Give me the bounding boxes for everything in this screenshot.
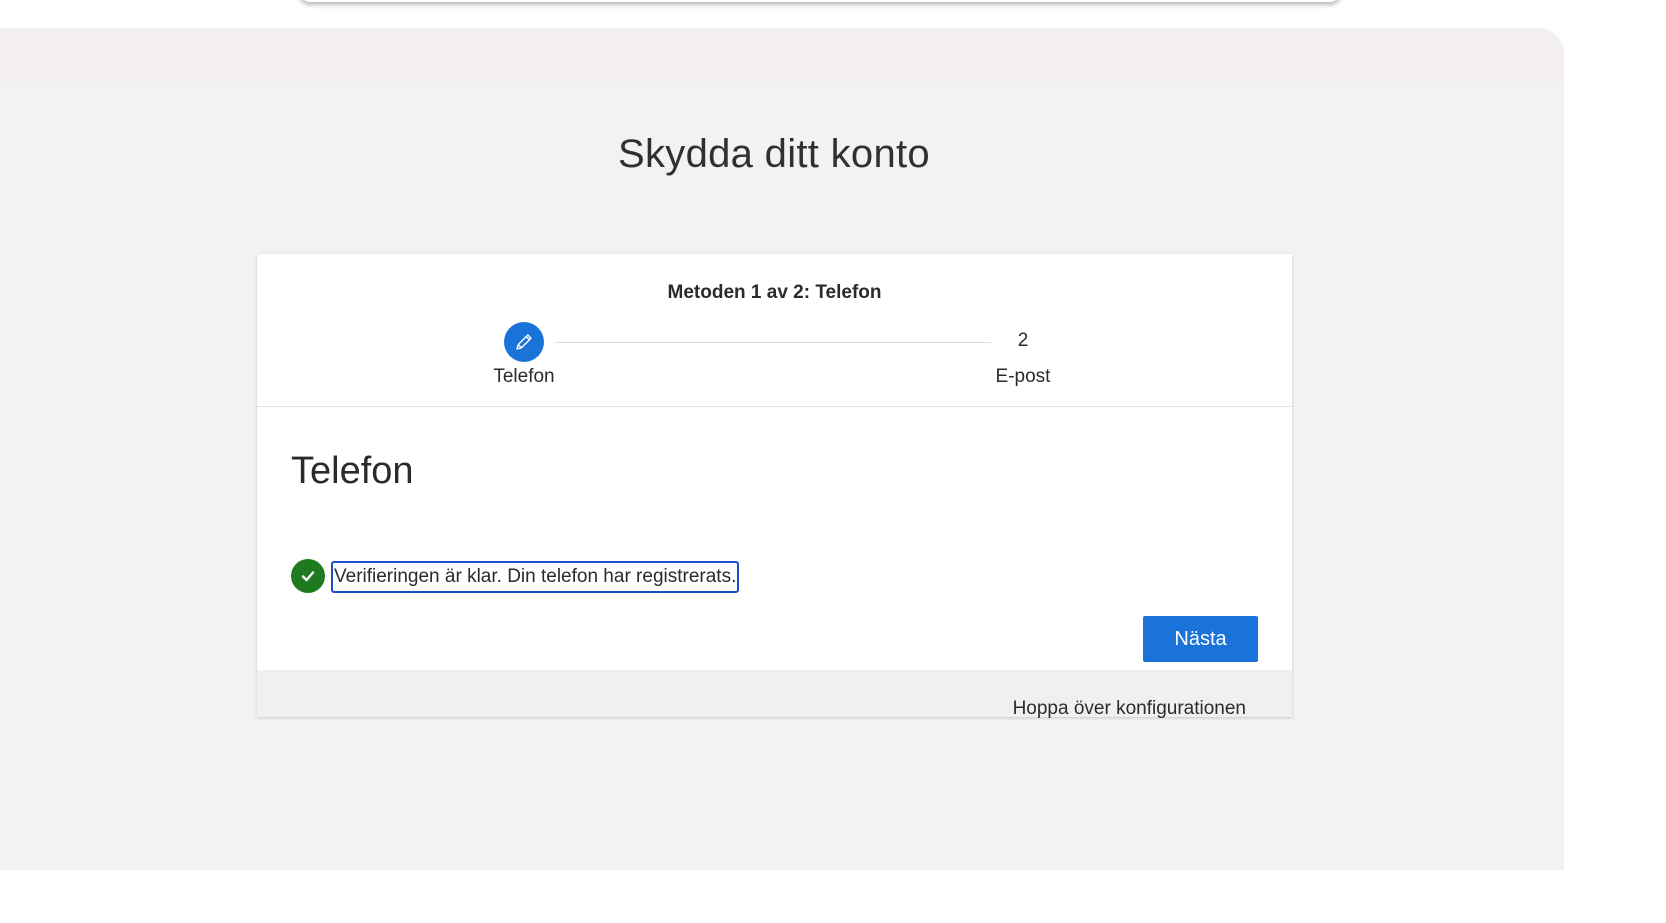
step-1-label: Telefon — [493, 366, 555, 387]
check-circle-icon — [291, 559, 325, 593]
step-1-indicator — [504, 322, 544, 362]
bottom-strip — [0, 870, 1666, 923]
window-header — [0, 28, 1564, 82]
pencil-icon — [516, 334, 532, 350]
checkmark-icon — [301, 571, 315, 582]
step-2-label: E-post — [995, 366, 1051, 387]
progress-heading: Metoden 1 av 2: Telefon — [667, 282, 882, 303]
section-title: Telefon — [291, 450, 414, 492]
verification-status-message: Verifieringen är klar. Din telefon har r… — [331, 561, 740, 593]
card-footer: Hoppa över konfigurationen — [257, 670, 1292, 720]
browser-top-edge — [300, 0, 1340, 2]
progress-line — [555, 342, 991, 343]
step-2-number: 2 — [1017, 330, 1029, 351]
next-button[interactable]: Nästa — [1143, 616, 1258, 662]
setup-card: Metoden 1 av 2: Telefon 2 Telefon E-post… — [257, 254, 1292, 720]
progress-header: Metoden 1 av 2: Telefon 2 Telefon E-post — [257, 254, 1292, 407]
setup-window: Skydda ditt konto Metoden 1 av 2: Telefo… — [0, 28, 1564, 870]
page-title: Skydda ditt konto — [618, 132, 930, 176]
skip-setup-link[interactable]: Hoppa över konfigurationen — [1013, 698, 1246, 720]
